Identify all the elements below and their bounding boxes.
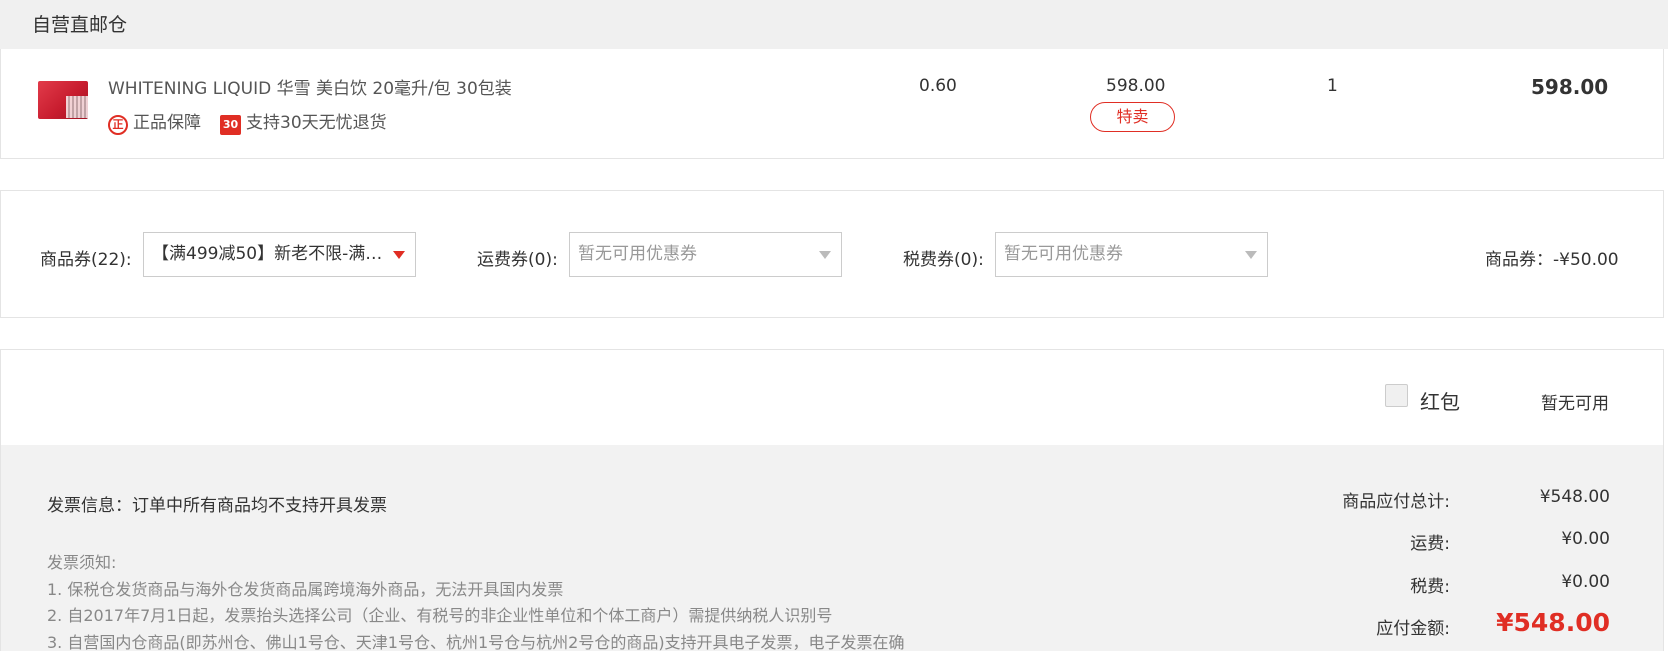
goods-total-label: 商品应付总计: bbox=[1342, 492, 1450, 512]
red-packet-checkbox[interactable] bbox=[1385, 384, 1408, 407]
invoice-note: 1. 保税仓发货商品与海外仓发货商品属跨境海外商品，无法开具国内发票 bbox=[47, 580, 564, 599]
shipping-label: 运费: bbox=[1410, 534, 1450, 554]
chevron-down-icon bbox=[393, 251, 405, 259]
tax-coupon-select[interactable]: 暂无可用优惠券 bbox=[995, 232, 1268, 277]
invoice-note: 2. 自2017年7月1日起，发票抬头选择公司（企业、有税号的非企业性单位和个体… bbox=[47, 606, 833, 625]
refund-badge: 30 支持30天无忧退货 bbox=[220, 108, 387, 135]
shipping-coupon-select[interactable]: 暂无可用优惠券 bbox=[569, 232, 842, 277]
invoice-note: 3. 自营国内仓商品(即苏州仓、佛山1号仓、天津1号仓、杭州1号仓与杭州2号仓的… bbox=[47, 633, 905, 651]
guarantee-badge: 正正品保障 bbox=[108, 108, 201, 135]
chevron-down-icon bbox=[1245, 251, 1257, 259]
warehouse-header bbox=[0, 0, 1668, 49]
product-name[interactable]: WHITENING LIQUID 华雪 美白饮 20毫升/包 30包装 bbox=[108, 74, 512, 99]
payable-amount: ¥548.00 bbox=[1496, 608, 1610, 637]
invoice-notes-title: 发票须知: bbox=[47, 553, 117, 572]
invoice-info: 发票信息：订单中所有商品均不支持开具发票 bbox=[47, 496, 387, 516]
goods-total-value: ¥548.00 bbox=[1539, 487, 1610, 507]
product-coupon-select[interactable]: 【满499减50】新老不限-满… bbox=[143, 232, 416, 277]
product-coupon-label: 商品券(22): bbox=[40, 250, 132, 270]
shipping-coupon-label: 运费券(0): bbox=[477, 250, 558, 270]
product-row bbox=[0, 49, 1664, 159]
sale-tag: 特卖 bbox=[1090, 102, 1175, 132]
warehouse-title: 自营直邮仓 bbox=[32, 14, 128, 36]
unit-price: 598.00 bbox=[1106, 76, 1166, 96]
refund-text: 支持30天无忧退货 bbox=[246, 113, 387, 133]
thirty-day-icon: 30 bbox=[220, 115, 241, 135]
coupon-discount-summary: 商品券：-¥50.00 bbox=[1485, 250, 1619, 270]
tax-coupon-value: 暂无可用优惠券 bbox=[1004, 244, 1123, 264]
shipping-coupon-value: 暂无可用优惠券 bbox=[578, 244, 697, 264]
shipping-value: ¥0.00 bbox=[1561, 529, 1610, 549]
payable-label: 应付金额: bbox=[1376, 619, 1450, 639]
product-thumbnail-detail bbox=[66, 96, 88, 118]
genuine-icon: 正 bbox=[108, 115, 128, 135]
chevron-down-icon bbox=[819, 251, 831, 259]
quantity: 1 bbox=[1327, 76, 1338, 96]
tax-label: 税费: bbox=[1410, 577, 1450, 597]
red-packet-label: 红包 bbox=[1420, 390, 1460, 414]
red-packet-status: 暂无可用 bbox=[1541, 394, 1609, 414]
tax-coupon-label: 税费券(0): bbox=[903, 250, 984, 270]
tax-value: ¥0.00 bbox=[1561, 572, 1610, 592]
product-tax: 0.60 bbox=[919, 76, 957, 96]
guarantee-text: 正品保障 bbox=[133, 113, 201, 133]
product-coupon-value: 【满499减50】新老不限-满… bbox=[152, 244, 383, 264]
red-packet-panel bbox=[0, 349, 1664, 445]
product-subtotal: 598.00 bbox=[1531, 75, 1609, 99]
